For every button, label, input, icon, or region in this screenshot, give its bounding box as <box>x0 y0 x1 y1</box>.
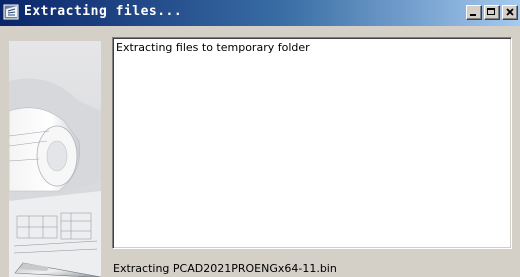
window-title: Extracting files... <box>24 4 183 19</box>
minimize-button[interactable] <box>466 5 482 20</box>
close-button[interactable] <box>502 5 518 20</box>
maximize-icon <box>487 8 495 15</box>
app-icon <box>3 3 21 21</box>
close-icon <box>506 8 514 16</box>
maximize-button[interactable] <box>484 5 500 20</box>
log-line: Extracting files to temporary folder <box>116 41 310 54</box>
status-text: Extracting PCAD2021PROENGx64-11.bin <box>113 262 337 275</box>
minimize-icon <box>470 14 476 16</box>
title-bar[interactable]: Extracting files... <box>0 0 520 26</box>
side-banner-image <box>9 41 101 277</box>
log-output-box[interactable]: Extracting files to temporary folder <box>112 37 512 249</box>
extractor-window: Extracting files... Extracting files to … <box>0 0 520 277</box>
